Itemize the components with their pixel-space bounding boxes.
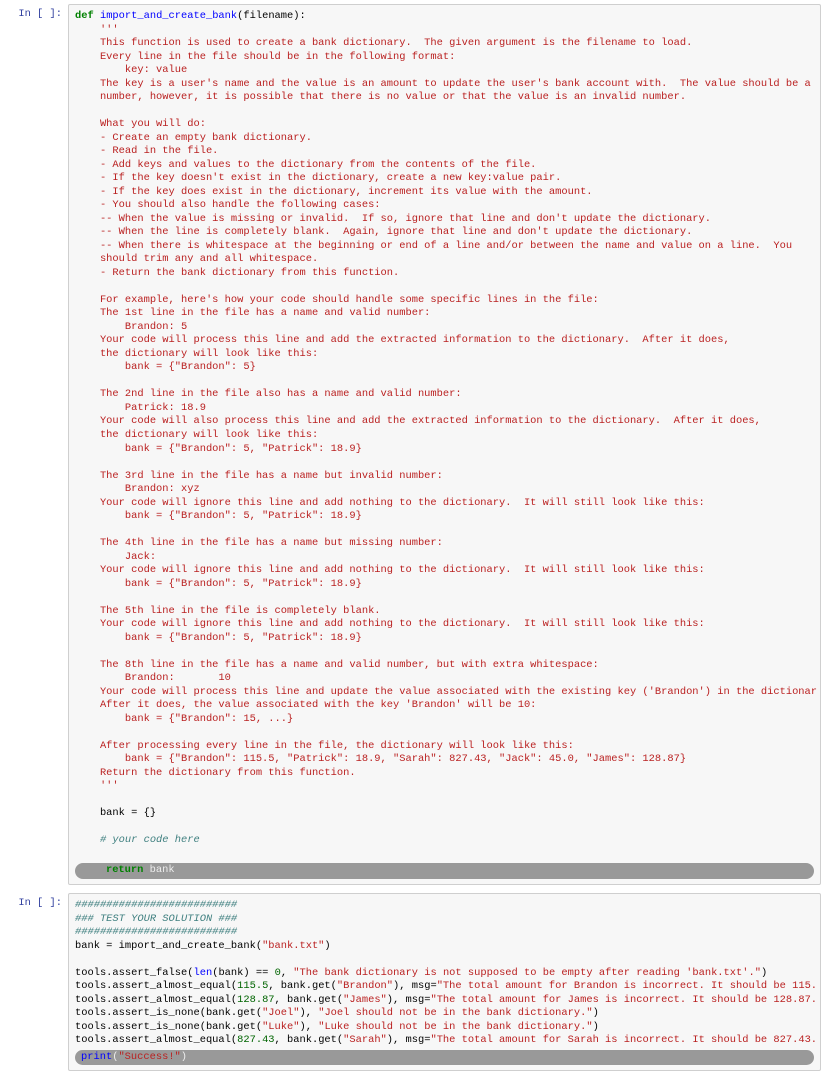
highlighted-code: print("Success!") — [75, 1050, 814, 1066]
code-cell: In [ ]:########################## ### TE… — [4, 893, 821, 1071]
highlighted-code: return bank — [75, 863, 814, 879]
code-input-area[interactable]: ########################## ### TEST YOUR… — [68, 893, 821, 1071]
code-content[interactable]: ########################## ### TEST YOUR… — [75, 899, 814, 1048]
highlighted-line[interactable]: print("Success!") — [75, 1050, 814, 1066]
cell-prompt: In [ ]: — [4, 893, 68, 1071]
cell-prompt: In [ ]: — [4, 4, 68, 885]
highlighted-line[interactable]: return bank — [75, 863, 814, 879]
code-content[interactable]: def import_and_create_bank(filename): ''… — [75, 10, 814, 861]
code-input-area[interactable]: def import_and_create_bank(filename): ''… — [68, 4, 821, 885]
code-cell: In [ ]:def import_and_create_bank(filena… — [4, 4, 821, 885]
